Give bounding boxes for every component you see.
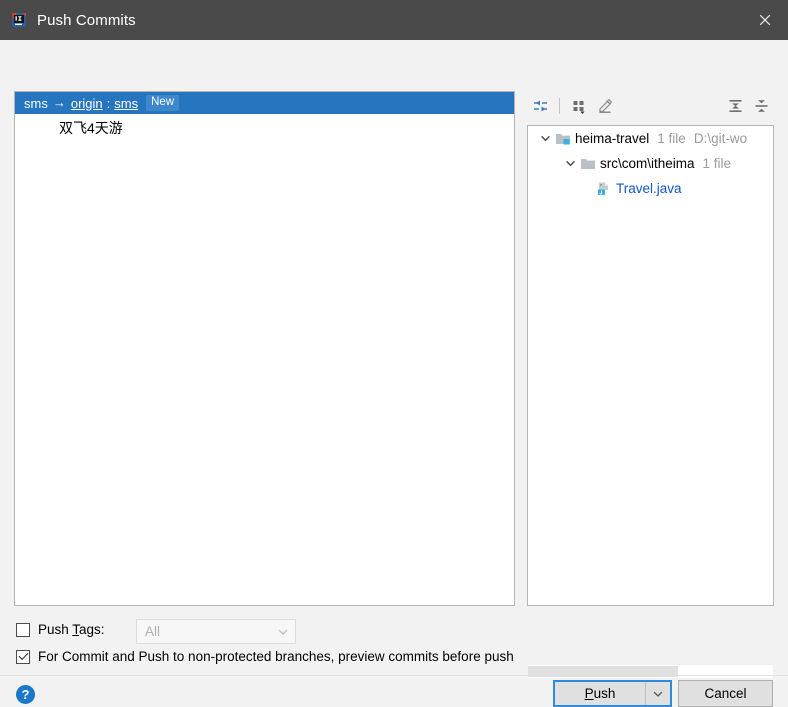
separator-colon: : <box>106 95 111 111</box>
tree-node-label: src\com\itheima <box>600 156 695 171</box>
push-tags-select-value: All <box>145 624 161 639</box>
tree-node-label[interactable]: Travel.java <box>616 181 682 196</box>
push-button[interactable]: Push <box>555 682 645 705</box>
java-file-icon <box>595 181 612 196</box>
footer-separator <box>0 675 788 676</box>
remote-name-label[interactable]: origin <box>71 96 103 111</box>
tree-node-label: heima-travel <box>575 131 650 146</box>
push-button-group[interactable]: Push <box>553 680 672 707</box>
commits-list-panel[interactable]: sms → origin : sms New 双飞4天游 <box>14 91 515 606</box>
edit-source-icon[interactable] <box>592 94 618 118</box>
tree-node-directory[interactable]: src\com\itheima 1 file <box>528 151 773 176</box>
tree-node-filecount: 1 file <box>702 156 732 171</box>
module-folder-icon <box>554 131 571 146</box>
cancel-button-label: Cancel <box>704 686 747 701</box>
push-tags-select[interactable]: All <box>136 619 296 644</box>
toolbar-separator <box>559 98 560 114</box>
source-branch-label: sms <box>24 95 48 111</box>
push-tags-checkbox[interactable] <box>16 622 30 637</box>
preview-commits-label: For Commit and Push to non-protected bra… <box>38 649 514 664</box>
chevron-down-icon[interactable] <box>536 133 554 144</box>
push-target-row[interactable]: sms → origin : sms New <box>15 92 514 114</box>
push-tags-label: Push Tags: <box>38 622 105 637</box>
close-icon[interactable] <box>742 0 788 40</box>
window-title: Push Commits <box>37 11 136 29</box>
group-by-icon[interactable] <box>566 94 592 118</box>
push-mnemonic: P <box>584 686 594 701</box>
preview-commits-checkbox[interactable] <box>16 649 30 664</box>
arrow-icon: → <box>52 94 66 110</box>
collapse-all-icon[interactable] <box>748 94 774 118</box>
cancel-button[interactable]: Cancel <box>678 680 773 707</box>
tree-node-path: D:\git-wo <box>693 131 748 146</box>
help-icon[interactable]: ? <box>16 685 35 704</box>
tree-node-filecount: 1 file <box>657 131 686 146</box>
target-branch-label[interactable]: sms <box>114 96 138 111</box>
intellij-idea-icon <box>10 11 28 29</box>
preview-commits-option[interactable]: For Commit and Push to non-protected bra… <box>16 649 514 664</box>
new-branch-badge: New <box>146 95 180 111</box>
chevron-down-icon[interactable] <box>561 158 579 169</box>
changed-files-tree[interactable]: heima-travel 1 file D:\git-wo src\com\it… <box>527 125 774 606</box>
commit-list-item[interactable]: 双飞4天游 <box>15 118 514 138</box>
commit-message: 双飞4天游 <box>59 120 123 136</box>
tree-horizontal-scrollbar[interactable] <box>528 665 773 678</box>
help-glyph: ? <box>21 687 30 702</box>
commit-rows: 双飞4天游 <box>15 114 514 138</box>
push-label-rest: ush <box>593 686 616 701</box>
tree-node-repository[interactable]: heima-travel 1 file D:\git-wo <box>528 126 773 151</box>
push-dropdown-chevron-down-icon[interactable] <box>646 682 670 705</box>
collapse-selection-icon[interactable] <box>527 94 553 118</box>
tree-node-file[interactable]: Travel.java <box>528 176 773 201</box>
title-bar: Push Commits <box>0 0 788 40</box>
chevron-down-icon[interactable] <box>271 626 295 638</box>
folder-icon <box>579 156 596 171</box>
changed-files-toolbar <box>527 92 774 120</box>
push-tags-label-before: Push <box>38 622 73 637</box>
dialog-body: sms → origin : sms New 双飞4天游 heima-trave… <box>0 40 788 707</box>
expand-all-icon[interactable] <box>722 94 748 118</box>
push-tags-option[interactable]: Push Tags: <box>16 622 105 637</box>
push-tags-label-after: ags: <box>79 622 105 637</box>
